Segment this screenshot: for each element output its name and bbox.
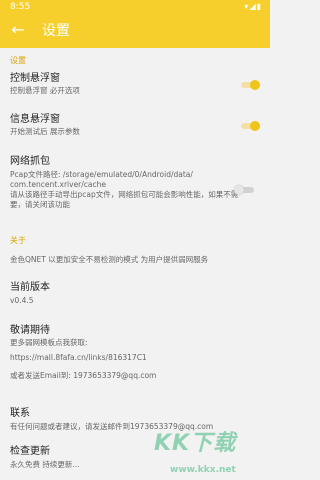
- about-text: 金色QNET 以更加安全不易检测的模式 为用户提供弱网服务: [10, 255, 209, 264]
- version-row[interactable]: 当前版本 v0.4.5: [0, 280, 270, 310]
- email-line: 或者发送Email到: 1973653379@qq.com: [10, 371, 157, 380]
- pcap-path-line1: Pcap文件路径: /storage/emulated/0/Android/da…: [10, 170, 193, 179]
- toggle-knob: [250, 80, 260, 90]
- version-title: 当前版本: [10, 282, 50, 293]
- back-arrow-icon[interactable]: ←: [8, 20, 28, 40]
- status-icons: ▾◢▮: [244, 2, 262, 11]
- info-float-toggle[interactable]: [238, 121, 260, 131]
- toggle-knob: [250, 121, 260, 131]
- check-update-subtitle: 永久免费 持续更新...: [10, 460, 80, 469]
- contact-title: 联系: [10, 408, 30, 419]
- network-capture-title: 网络抓包: [10, 156, 50, 167]
- status-bar: 8:55 ▾◢▮: [0, 0, 270, 14]
- section-header-settings: 设置: [10, 56, 26, 65]
- watermark-url: www.kkx.net: [170, 465, 236, 475]
- toggle-knob: [234, 185, 244, 195]
- stay-tuned-subtitle: 更多弱网模板点我获取:: [10, 338, 88, 347]
- info-float-subtitle: 开始测试后 展示参数: [10, 127, 80, 136]
- section-header-about: 关于: [10, 236, 26, 245]
- network-capture-toggle[interactable]: [234, 185, 256, 195]
- page-title: 设置: [42, 23, 70, 39]
- app-bar: ← 设置: [0, 14, 270, 48]
- network-capture-row[interactable]: 网络抓包 Pcap文件路径: /storage/emulated/0/Andro…: [0, 154, 270, 236]
- template-link[interactable]: https://mall.8fafa.cn/links/816317C1: [10, 353, 147, 363]
- info-float-title: 信息悬浮窗: [10, 114, 60, 125]
- info-float-row[interactable]: 信息悬浮窗 开始测试后 展示参数: [0, 111, 270, 147]
- control-float-title: 控制悬浮窗: [10, 73, 60, 84]
- status-time: 8:55: [10, 2, 31, 12]
- kk-watermark-logo: KK下载 www.kkx.net: [150, 425, 270, 480]
- stay-tuned-title: 敬请期待: [10, 325, 50, 336]
- pcap-path-line2: com.tencent.xriver/cache: [10, 180, 107, 189]
- control-float-row[interactable]: 控制悬浮窗 控制悬浮窗 必开选项: [0, 70, 270, 106]
- settings-content: 设置 控制悬浮窗 控制悬浮窗 必开选项 信息悬浮窗 开始测试后 展示参数 网络抓…: [0, 48, 270, 480]
- pcap-description: 请从该路径手动导出pcap文件，网络抓包可能会影响性能，如果不需要，请关闭该功能: [10, 190, 239, 209]
- version-value: v0.4.5: [10, 296, 34, 305]
- watermark-brand: KK下载: [154, 431, 237, 456]
- stay-tuned-row[interactable]: 敬请期待 更多弱网模板点我获取: https://mall.8fafa.cn/l…: [0, 323, 270, 388]
- about-text-row: 金色QNET 以更加安全不易检测的模式 为用户提供弱网服务: [0, 250, 270, 270]
- control-float-toggle[interactable]: [238, 80, 260, 90]
- control-float-subtitle: 控制悬浮窗 必开选项: [10, 86, 80, 95]
- check-update-title: 检查更新: [10, 446, 50, 457]
